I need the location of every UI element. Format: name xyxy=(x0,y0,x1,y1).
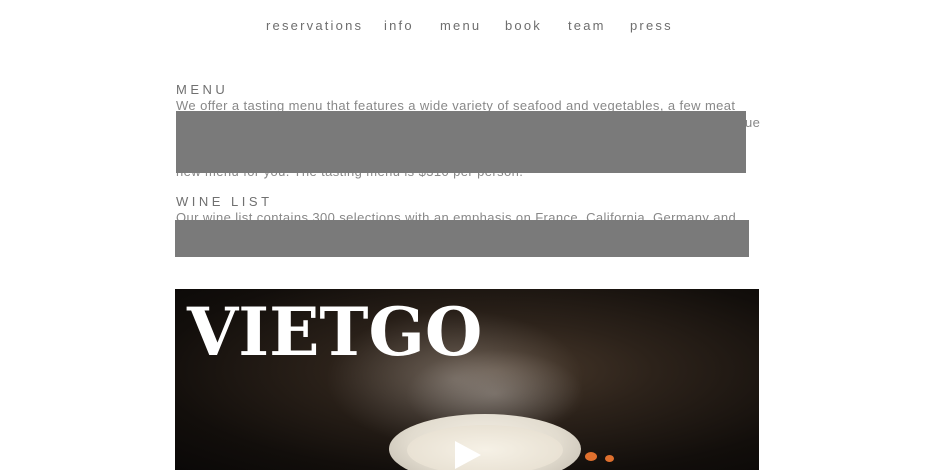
play-icon[interactable] xyxy=(455,441,481,469)
nav-team[interactable]: team xyxy=(568,18,606,33)
menu-description-fragment: ue xyxy=(745,115,761,130)
nav-menu[interactable]: menu xyxy=(440,18,481,33)
nav-book[interactable]: book xyxy=(505,18,542,33)
carrot-garnish xyxy=(585,452,597,461)
top-navigation: reservations info menu book team press xyxy=(0,18,942,36)
wine-list-title: WINE LIST xyxy=(176,194,273,209)
menu-section-title: MENU xyxy=(176,82,229,97)
nav-reservations[interactable]: reservations xyxy=(266,18,363,33)
bowl-inner-image xyxy=(407,425,563,470)
nav-info[interactable]: info xyxy=(384,18,414,33)
nav-press[interactable]: press xyxy=(630,18,673,33)
redaction-block xyxy=(176,111,746,173)
carrot-garnish xyxy=(605,455,614,462)
vietgo-logo: VIETGO xyxy=(187,293,483,371)
redaction-block xyxy=(175,220,749,257)
video-player[interactable]: VIETGO xyxy=(175,289,759,470)
